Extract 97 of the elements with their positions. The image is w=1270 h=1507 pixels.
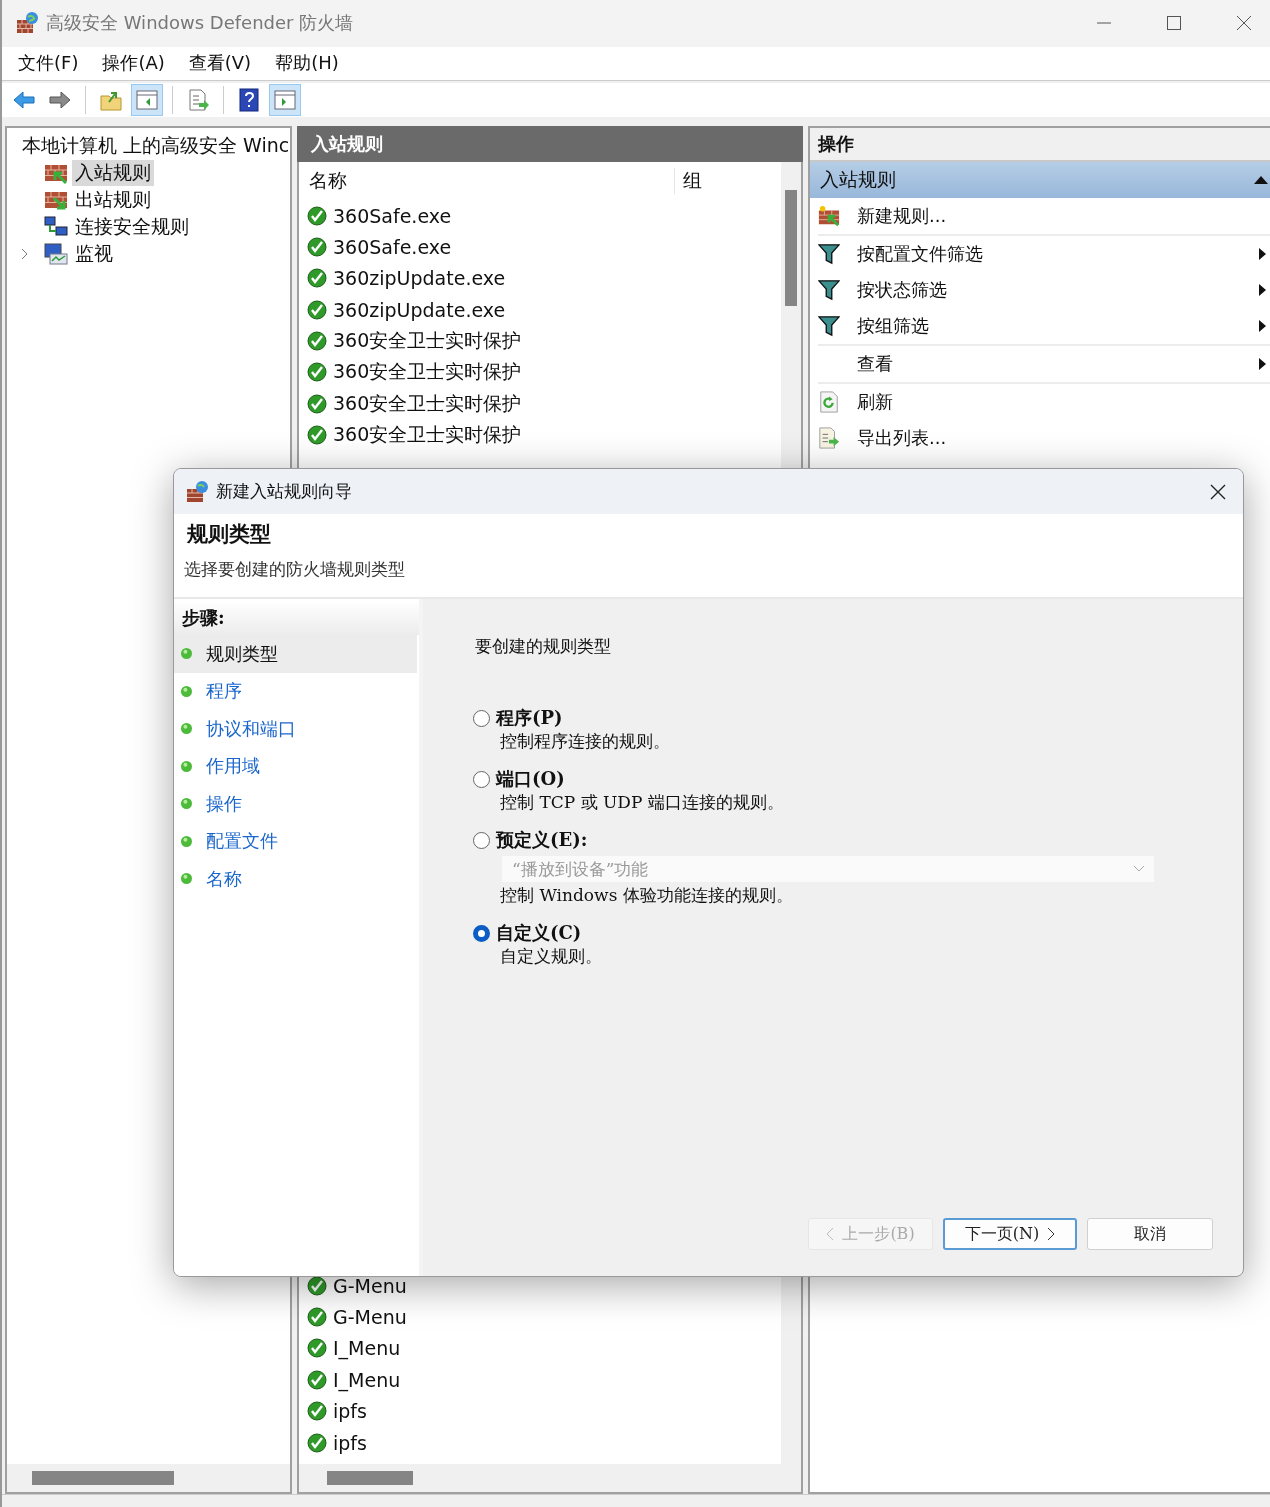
rule-name[interactable]: 360zipUpdate.exe xyxy=(333,267,506,290)
option-description: 控制 Windows 体验功能连接的规则。 xyxy=(500,884,794,907)
chevron-right-icon xyxy=(1047,1227,1056,1241)
rule-name[interactable]: 360安全卫士实时保护 xyxy=(333,328,522,355)
column-header[interactable]: 名称 xyxy=(307,167,675,194)
rule-name[interactable]: 360安全卫士实时保护 xyxy=(333,359,522,386)
help-icon xyxy=(237,87,261,112)
rule-name[interactable]: ipfs xyxy=(333,1431,367,1454)
bullet-icon xyxy=(181,798,192,810)
option-label[interactable]: 端口(O) xyxy=(496,767,565,791)
column-header[interactable]: 组 xyxy=(675,167,702,194)
action-item[interactable]: 按组筛选 xyxy=(818,307,1270,344)
option-label[interactable]: 自定义(C) xyxy=(496,921,582,945)
action-item[interactable]: 刷新 xyxy=(818,381,1270,420)
scrollbar-thumb[interactable] xyxy=(327,1471,413,1485)
option-label[interactable]: 预定义(E): xyxy=(496,828,588,852)
menu-item[interactable]: 查看(V) xyxy=(188,51,252,76)
rule-name[interactable]: 360zipUpdate.exe xyxy=(333,298,506,321)
expand-chevron-icon[interactable] xyxy=(21,248,29,261)
firewall-icon xyxy=(186,479,210,504)
step-item[interactable]: 名称 xyxy=(174,860,417,898)
dialog-title: 新建入站规则向导 xyxy=(216,480,352,503)
cancel-button[interactable]: 取消 xyxy=(1087,1218,1213,1250)
rule-name[interactable]: G-Menu xyxy=(333,1306,407,1329)
bullet-icon xyxy=(181,648,192,660)
submenu-arrow-icon xyxy=(1259,283,1266,296)
step-item[interactable]: 作用域 xyxy=(174,747,417,785)
tree-item[interactable]: 监视 xyxy=(72,241,116,268)
option-description: 自定义规则。 xyxy=(500,945,603,968)
action-item[interactable]: 新建规则... xyxy=(818,197,1270,234)
filter-icon xyxy=(818,278,840,301)
option-description: 控制 TCP 或 UDP 端口连接的规则。 xyxy=(500,791,785,814)
pane-icon xyxy=(273,87,297,112)
export-icon xyxy=(186,87,210,112)
bullet-icon xyxy=(181,760,192,772)
page-heading: 规则类型 xyxy=(187,520,272,548)
step-item[interactable]: 协议和端口 xyxy=(174,710,417,748)
radio-button[interactable] xyxy=(473,831,490,849)
rule-name[interactable]: 360Safe.exe xyxy=(333,235,452,258)
action-item[interactable]: 查看 xyxy=(818,343,1270,382)
submenu-arrow-icon xyxy=(1259,247,1266,260)
menu-item[interactable]: 文件(F) xyxy=(18,51,79,76)
step-item[interactable]: 操作 xyxy=(174,785,417,823)
step-item[interactable]: 规则类型 xyxy=(174,635,417,673)
filter-icon xyxy=(818,314,840,337)
option-description: 控制程序连接的规则。 xyxy=(500,730,671,753)
new-rule-icon xyxy=(818,204,840,227)
export-icon xyxy=(818,426,840,449)
rule-name[interactable]: 360安全卫士实时保护 xyxy=(333,422,522,449)
radio-button[interactable] xyxy=(473,709,490,727)
submenu-arrow-icon xyxy=(1259,319,1266,332)
scrollbar-thumb[interactable] xyxy=(785,189,797,306)
scrollbar-thumb[interactable] xyxy=(32,1471,174,1485)
bullet-icon xyxy=(181,685,192,697)
tree-item[interactable]: 入站规则 xyxy=(72,160,154,187)
page-subheading: 选择要创建的防火墙规则类型 xyxy=(184,558,406,581)
rule-name[interactable]: I_Menu xyxy=(333,1368,401,1391)
rule-name[interactable]: G-Menu xyxy=(333,1274,407,1297)
rule-name[interactable]: I_Menu xyxy=(333,1337,401,1360)
monitor-icon xyxy=(44,242,68,267)
chevron-left-icon xyxy=(826,1227,835,1241)
window-title: 高级安全 Windows Defender 防火墙 xyxy=(46,11,354,36)
menu-item[interactable]: 帮助(H) xyxy=(275,51,339,76)
rule-name[interactable]: 360安全卫士实时保护 xyxy=(333,390,522,417)
action-item[interactable]: 导出列表... xyxy=(818,419,1270,456)
action-item[interactable]: 按状态筛选 xyxy=(818,271,1270,308)
bullet-icon xyxy=(181,873,192,885)
chevron-down-icon xyxy=(1134,866,1144,872)
rule-name[interactable]: 360Safe.exe xyxy=(333,204,452,227)
bullet-icon xyxy=(181,723,192,735)
pane-header: 操作 xyxy=(810,127,1270,162)
radio-button[interactable] xyxy=(473,770,490,788)
refresh-icon xyxy=(818,390,840,413)
close-icon[interactable] xyxy=(1210,483,1226,500)
menu-item[interactable]: 操作(A) xyxy=(102,51,165,76)
radio-button[interactable] xyxy=(473,924,490,942)
section-header[interactable]: 入站规则 xyxy=(810,161,1270,198)
maximize-icon[interactable] xyxy=(1166,15,1182,32)
submenu-arrow-icon xyxy=(1259,357,1266,370)
console-tree-button[interactable] xyxy=(131,83,163,116)
action-item[interactable]: 按配置文件筛选 xyxy=(818,233,1270,272)
pane-header: 入站规则 xyxy=(297,125,803,162)
tree-item[interactable]: 连接安全规则 xyxy=(72,214,192,241)
close-icon[interactable] xyxy=(1236,15,1252,32)
pane-icon xyxy=(135,87,159,112)
prompt-text: 要创建的规则类型 xyxy=(475,635,612,658)
bullet-icon xyxy=(181,835,192,847)
tree-item[interactable]: 本地计算机 上的高级安全 Winc xyxy=(19,132,290,159)
rule-name[interactable]: ipfs xyxy=(333,1400,367,1423)
step-item[interactable]: 配置文件 xyxy=(174,822,417,860)
filter-icon xyxy=(818,242,840,265)
tree-item[interactable]: 出站规则 xyxy=(72,187,154,214)
next-button[interactable]: 下一页(N) xyxy=(943,1218,1077,1250)
firewall-icon xyxy=(16,11,40,36)
collapse-triangle-icon xyxy=(1254,175,1268,184)
step-item[interactable]: 程序 xyxy=(174,672,417,710)
option-label[interactable]: 程序(P) xyxy=(496,706,563,730)
